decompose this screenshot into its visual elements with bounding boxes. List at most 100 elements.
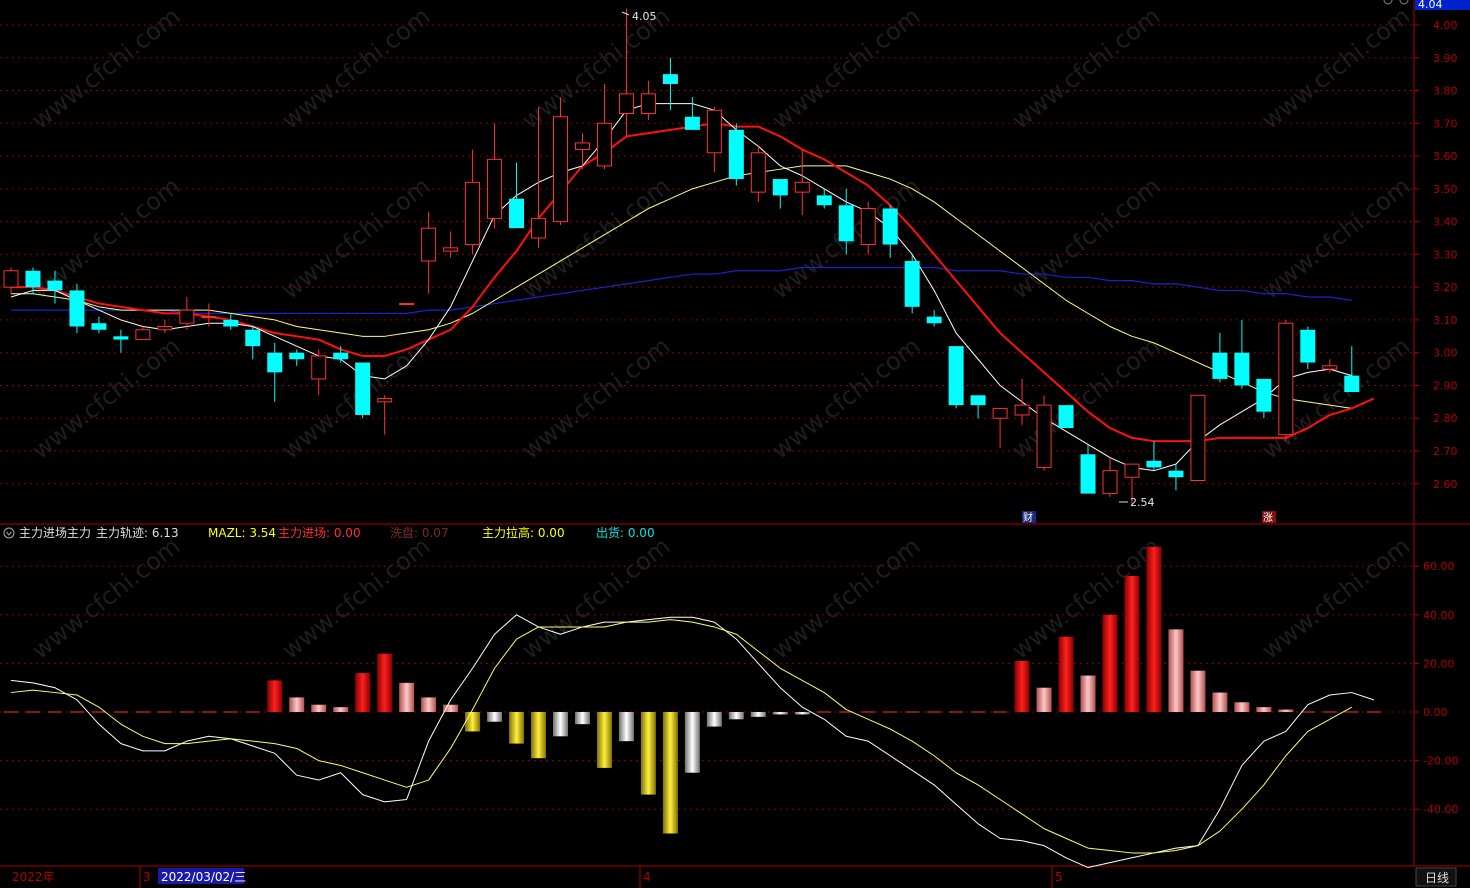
candle-body xyxy=(509,198,525,229)
candle xyxy=(728,123,744,186)
candle-body xyxy=(640,93,656,114)
indicator-bar xyxy=(1036,687,1052,712)
candle-body xyxy=(1014,404,1030,416)
candle-body xyxy=(465,181,481,246)
indicator-bar xyxy=(794,712,810,715)
indicator-bar xyxy=(355,673,371,712)
indicator-bar xyxy=(1080,675,1096,712)
candle xyxy=(904,254,920,314)
candle-body xyxy=(1146,460,1162,468)
period-button-label[interactable]: 日线 xyxy=(1425,871,1449,885)
month-4-label: 4 xyxy=(643,870,651,884)
candle-body xyxy=(333,352,349,360)
candle-body xyxy=(1344,375,1360,393)
price-tick-label: 3.90 xyxy=(1433,52,1458,65)
candle-body xyxy=(157,325,173,331)
candle xyxy=(948,346,964,409)
candle-body xyxy=(135,329,151,341)
cursor-date-label: 2022/03/02/三 xyxy=(161,870,246,884)
indicator-bar xyxy=(1014,660,1030,712)
price-tick-label: 3.50 xyxy=(1433,183,1458,196)
marker-zhang[interactable]: 涨 xyxy=(1262,511,1276,524)
candle-body xyxy=(662,74,678,84)
candle-body xyxy=(860,208,876,246)
indicator-value: MAZL: 3.54 xyxy=(208,526,276,540)
candle-body xyxy=(245,329,261,347)
candle-body xyxy=(684,116,700,130)
candle-body xyxy=(750,152,766,193)
stock-chart-canvas: www.cfchi.com www.cfchi.com www.cfchi.com w… xyxy=(0,0,1470,888)
marker-cai[interactable]: 财 xyxy=(1022,511,1036,524)
period-button[interactable]: 日线 xyxy=(1415,867,1457,887)
indicator-bar xyxy=(311,704,327,712)
candle-body xyxy=(1058,405,1074,429)
price-tick-label: 3.20 xyxy=(1433,281,1458,294)
indicator-bar xyxy=(289,697,305,712)
candle xyxy=(1058,405,1074,429)
candle-body xyxy=(421,227,437,262)
indicator-value: 洗盘: 0.07 xyxy=(390,525,449,540)
candle-body xyxy=(904,260,920,307)
indicator-value: 出货: 0.00 xyxy=(596,525,655,540)
candle-body xyxy=(267,352,283,373)
candle-body xyxy=(1124,463,1140,478)
candle xyxy=(1190,394,1206,482)
price-tick-label: 2.90 xyxy=(1433,379,1458,392)
candle-body xyxy=(926,316,942,324)
candle-body xyxy=(1234,352,1250,386)
indicator-bar xyxy=(333,707,349,712)
indicator-tick-label: 0.00 xyxy=(1423,706,1448,719)
indicator-name[interactable]: 主力进场主力 xyxy=(19,526,91,540)
candle-body xyxy=(1102,470,1118,495)
candle-body xyxy=(816,195,832,206)
price-tick-label: 2.60 xyxy=(1433,478,1458,491)
indicator-bar xyxy=(487,712,503,722)
candle-body xyxy=(1080,454,1096,494)
price-tick-label: 3.10 xyxy=(1433,314,1458,327)
candle xyxy=(1278,319,1294,442)
indicator-bar xyxy=(443,704,459,712)
candle-body xyxy=(113,336,129,340)
indicator-bar xyxy=(618,712,634,742)
indicator-bar xyxy=(267,680,283,712)
indicator-bar xyxy=(1190,670,1206,712)
indicator-bar xyxy=(399,682,415,712)
candle-body xyxy=(794,181,810,193)
price-tick-label: 3.40 xyxy=(1433,216,1458,229)
candle xyxy=(399,303,415,306)
candle-body xyxy=(47,280,63,291)
candle-body xyxy=(201,316,217,319)
candle xyxy=(553,97,568,225)
indicator-bar xyxy=(640,712,656,795)
indicator-tick-label: 60.00 xyxy=(1423,560,1455,573)
indicator-bar xyxy=(1168,629,1184,712)
indicator-bar xyxy=(421,697,437,712)
indicator-bar xyxy=(531,712,547,759)
month-3-label: 3 xyxy=(143,870,151,884)
candle-body xyxy=(706,109,722,154)
indicator-bar xyxy=(1256,707,1272,712)
month-5-label: 5 xyxy=(1055,870,1063,884)
indicator-value: 主力轨迹: 6.13 xyxy=(96,526,179,540)
price-tick-label: 2.70 xyxy=(1433,445,1458,458)
indicator-bar xyxy=(1124,575,1140,712)
indicator-bar xyxy=(1234,702,1250,712)
candle-body xyxy=(443,247,459,252)
indicator-bar xyxy=(684,712,700,773)
candle-body xyxy=(772,179,788,196)
candle-body xyxy=(377,398,393,403)
candle xyxy=(1036,395,1052,471)
year-label: 2022年 xyxy=(12,870,55,884)
candle-body xyxy=(289,352,305,360)
candle-body xyxy=(992,407,1008,419)
indicator-value: 主力拉高: 0.00 xyxy=(482,525,565,540)
candle-body xyxy=(1190,394,1206,482)
price-tick-label: 4.00 xyxy=(1433,19,1458,32)
price-tick-label: 3.80 xyxy=(1433,85,1458,98)
indicator-bar xyxy=(1058,636,1074,712)
candle-body xyxy=(728,129,744,180)
indicator-bar xyxy=(728,712,744,720)
candle xyxy=(355,362,371,419)
indicator-value: 主力进场: 0.00 xyxy=(278,526,361,540)
candle-body xyxy=(1322,365,1338,370)
